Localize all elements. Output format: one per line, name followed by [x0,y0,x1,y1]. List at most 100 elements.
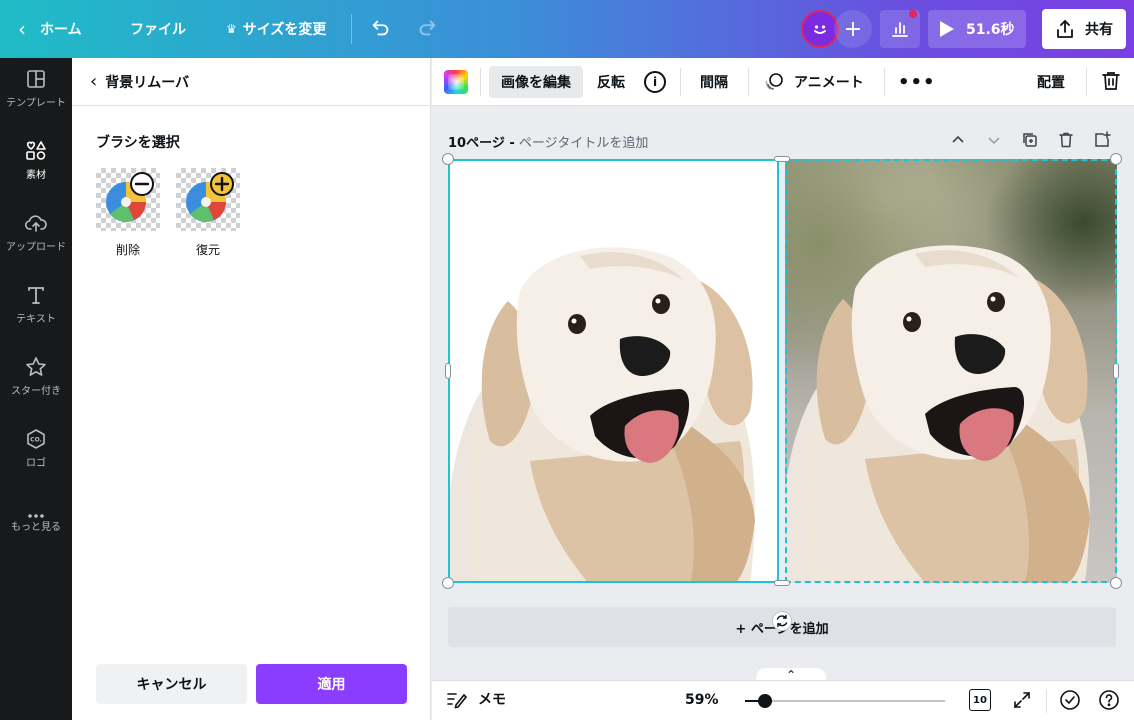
bottombar-divider [1046,689,1047,713]
animate-button[interactable]: アニメート [764,66,864,98]
flip-label: 反転 [597,75,625,91]
chevron-down-icon [988,137,1000,145]
apply-button[interactable]: 適用 [256,664,407,704]
page-title[interactable]: 10ページ - ページタイトルを追加 [448,132,648,151]
resize-handle-top[interactable] [774,156,790,162]
undo-icon[interactable] [370,17,392,39]
share-button[interactable]: 共有 [1042,9,1126,49]
notification-dot [909,10,917,18]
invite-plus-button[interactable]: + [834,10,872,48]
zoom-level[interactable]: 59% [685,692,719,708]
position-button[interactable]: 配置 [1037,66,1065,98]
rail-label-templates: テンプレート [6,98,66,109]
chevron-up-icon [952,135,964,143]
crown-icon: ♛ [226,22,237,36]
toolbar-divider [480,68,481,96]
zoom-slider[interactable] [745,694,945,708]
fullscreen-icon[interactable] [1012,690,1032,710]
insights-button[interactable] [880,10,920,48]
star-icon [26,357,46,376]
color-picker-button[interactable] [444,70,468,94]
position-label: 配置 [1037,75,1065,91]
resize-handle-bottom[interactable] [774,580,790,586]
rotate-icon [776,614,788,628]
dog-image-background-removed[interactable] [448,159,779,583]
upload-icon [24,215,47,232]
zoom-slider-knob[interactable] [758,694,772,708]
notes-button[interactable]: メモ [446,689,506,709]
resize-button[interactable]: ♛ サイズを変更 [226,0,326,58]
spacing-button[interactable]: 間隔 [700,66,728,98]
toolbar-divider [680,68,681,96]
left-rail: テンプレート 素材 アップロード テキスト スター付き CO. ロゴ もっと見る [0,58,72,720]
resize-handle-top-right[interactable] [1110,153,1122,165]
edit-image-button[interactable]: 画像を編集 [489,66,583,98]
svg-text:CO.: CO. [30,437,42,444]
more-horizontal-icon: ••• [898,71,936,93]
context-toolbar: 画像を編集 反転 i 間隔 アニメート ••• 配置 [432,58,1134,106]
home-button[interactable]: ‹ ホーム [18,0,82,58]
rail-item-uploads[interactable]: アップロード [0,202,72,264]
delete-page-button[interactable] [1056,130,1076,150]
play-icon [940,21,954,37]
present-button[interactable]: 51.6秒 [928,10,1026,48]
dog-illustration [450,247,755,581]
toolbar-divider [1086,68,1087,96]
rail-label-text: テキスト [16,314,56,325]
panel-title: 背景リムーバ [105,74,190,91]
toolbar-divider [748,68,749,96]
erase-brush-button[interactable]: 削除 [96,168,160,258]
elements-icon [26,141,46,160]
resize-handle-right[interactable] [1113,363,1119,379]
page-up-button[interactable] [948,130,968,150]
dog-image-original[interactable] [785,159,1117,583]
trash-icon [1059,132,1073,148]
rail-item-elements[interactable]: 素材 [0,130,72,192]
dog-illustration [785,245,1090,583]
file-menu-button[interactable]: ファイル [130,0,186,58]
home-label: ホーム [40,22,82,38]
flip-button[interactable]: 反転 [597,66,625,98]
rail-item-more[interactable]: もっと見る [0,490,72,552]
toolbar-divider [884,68,885,96]
plus-icon: + [843,16,863,42]
rail-label-elements: 素材 [26,170,46,181]
smiley-face-icon [814,25,826,34]
animate-label: アニメート [794,75,864,91]
resize-handle-top-left[interactable] [442,153,454,165]
top-bar: ‹ ホーム ファイル ♛ サイズを変更 + 51.6秒 共有 [0,0,1134,58]
check-circle-icon[interactable] [1059,689,1081,711]
panel-back-button[interactable]: ‹ 背景リムーバ [72,58,431,106]
text-icon [28,287,44,304]
rail-label-more: もっと見る [11,522,61,533]
brush-heading: ブラシを選択 [96,135,180,151]
present-duration: 51.6秒 [966,22,1015,38]
page-down-button[interactable] [984,130,1004,150]
restore-brush-button[interactable]: 復元 [176,168,240,258]
trash-icon[interactable] [1100,70,1122,92]
animate-icon [765,73,783,90]
logo-icon: CO. [27,429,45,449]
rail-label-starred: スター付き [11,386,61,397]
redo-icon[interactable] [416,17,438,39]
rail-item-text[interactable]: テキスト [0,274,72,336]
resize-handle-bottom-right[interactable] [1110,577,1122,589]
rail-item-starred[interactable]: スター付き [0,346,72,408]
background-remover-panel: ‹ 背景リムーバ ブラシを選択 削除 復元 キャンセル 適用 [72,58,431,720]
rail-label-logos: ロゴ [26,458,46,469]
rail-item-logos[interactable]: CO. ロゴ [0,418,72,480]
erase-brush-thumbnail [96,168,160,231]
cancel-button[interactable]: キャンセル [96,664,247,704]
rail-item-templates[interactable]: テンプレート [0,58,72,120]
info-icon[interactable]: i [644,71,666,93]
resize-handle-left[interactable] [445,363,451,379]
restore-brush-label: 復元 [195,243,220,257]
more-options-button[interactable]: ••• [898,66,936,98]
rotate-handle[interactable] [772,611,792,631]
help-icon[interactable] [1098,689,1120,711]
resize-handle-bottom-left[interactable] [442,577,454,589]
add-page-icon-button[interactable] [1092,130,1112,150]
page-count-button[interactable]: 10 [969,689,991,711]
chevron-left-icon: ‹ [90,71,98,92]
duplicate-page-button[interactable] [1020,130,1040,150]
